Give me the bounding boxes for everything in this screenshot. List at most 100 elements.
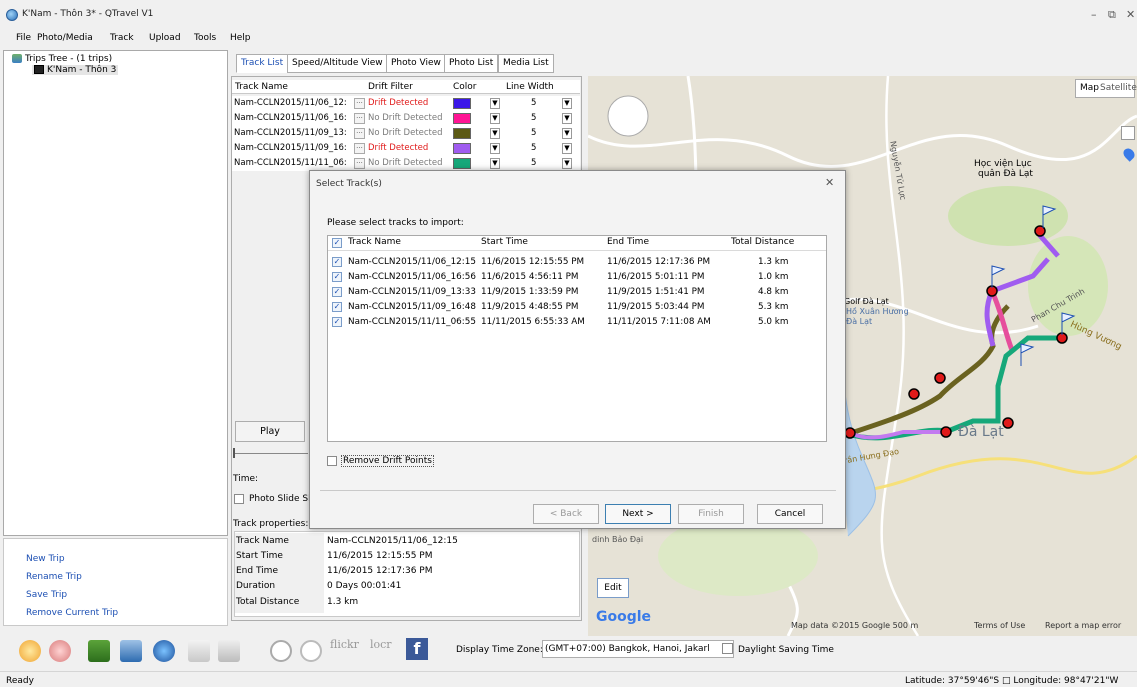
cancel-button[interactable]: Cancel bbox=[757, 504, 823, 524]
tab-photo-list[interactable]: Photo List bbox=[444, 54, 499, 73]
terms-link[interactable]: Terms of Use bbox=[974, 621, 1025, 630]
color-dropdown-icon[interactable]: ▼ bbox=[490, 143, 500, 154]
color-swatch[interactable] bbox=[453, 143, 471, 154]
listview-header-start-time[interactable]: Start Time bbox=[481, 237, 528, 251]
color-swatch[interactable] bbox=[453, 128, 471, 139]
save-trip-link[interactable]: Save Trip bbox=[26, 590, 67, 600]
line-width-dropdown-icon[interactable]: ▼ bbox=[562, 158, 572, 169]
map-scene-icon[interactable] bbox=[1121, 126, 1135, 140]
locr-icon[interactable]: locr bbox=[370, 638, 392, 651]
menu-upload[interactable]: Upload bbox=[149, 33, 181, 43]
track-list-row[interactable]: ✓ Nam-CCLN2015/11/09_16:48 11/9/2015 4:48:… bbox=[328, 300, 826, 315]
drift-options-button[interactable]: ··· bbox=[354, 143, 365, 154]
rename-trip-link[interactable]: Rename Trip bbox=[26, 572, 82, 582]
line-width-dropdown-icon[interactable]: ▼ bbox=[562, 128, 572, 139]
track-checkbox[interactable]: ✓ bbox=[332, 302, 342, 312]
line-width-cell[interactable]: 5 bbox=[531, 158, 536, 168]
back-button[interactable]: < Back bbox=[533, 504, 599, 524]
remove-drift-checkbox[interactable] bbox=[327, 456, 337, 466]
camera-icon[interactable] bbox=[300, 640, 322, 662]
color-dropdown-icon[interactable]: ▼ bbox=[490, 113, 500, 124]
dialog-close-button[interactable]: ✕ bbox=[825, 176, 834, 189]
tree-item-trip[interactable]: K'Nam - Thôn 3 bbox=[32, 65, 119, 75]
new-trip-link[interactable]: New Trip bbox=[26, 554, 65, 564]
grid-header-drift-filter[interactable]: Drift Filter bbox=[368, 82, 413, 92]
time-slider-thumb[interactable] bbox=[233, 448, 235, 458]
track-grid-row[interactable]: Nam-CCLN2015/11/06_12: ··· Drift Detected ▼… bbox=[232, 96, 580, 111]
map-edit-button[interactable]: Edit bbox=[597, 578, 629, 598]
clock-icon[interactable] bbox=[270, 640, 292, 662]
listview-header-end-time[interactable]: End Time bbox=[607, 237, 649, 251]
minimize-button[interactable]: – bbox=[1091, 8, 1097, 21]
next-button[interactable]: Next > bbox=[605, 504, 671, 524]
track-grid-row[interactable]: Nam-CCLN2015/11/09_16: ··· Drift Detected ▼… bbox=[232, 141, 580, 156]
remove-trip-link[interactable]: Remove Current Trip bbox=[26, 608, 118, 618]
tab-speed-altitude[interactable]: Speed/Altitude View bbox=[287, 54, 388, 73]
track-list-row[interactable]: ✓ Nam-CCLN2015/11/09_13:33 11/9/2015 1:33:… bbox=[328, 285, 826, 300]
add-photo-icon[interactable] bbox=[188, 640, 210, 662]
photo-slideshow-checkbox[interactable] bbox=[234, 494, 244, 504]
line-width-cell[interactable]: 5 bbox=[531, 113, 536, 123]
globe-icon[interactable] bbox=[153, 640, 175, 662]
finish-button[interactable]: Finish bbox=[678, 504, 744, 524]
tree-root[interactable]: Trips Tree - (1 trips) bbox=[12, 54, 112, 64]
add-track-icon[interactable] bbox=[88, 640, 110, 662]
menu-track[interactable]: Track bbox=[110, 33, 134, 43]
color-dropdown-icon[interactable]: ▼ bbox=[490, 98, 500, 109]
track-list-row[interactable]: ✓ Nam-CCLN2015/11/06_16:56 11/6/2015 4:56:… bbox=[328, 270, 826, 285]
grid-header-line-width[interactable]: Line Width bbox=[506, 82, 554, 92]
back-icon[interactable] bbox=[49, 640, 71, 662]
menu-photo-media[interactable]: Photo/Media bbox=[37, 33, 93, 43]
drift-options-button[interactable]: ··· bbox=[354, 128, 365, 139]
restore-button[interactable]: ⧉ bbox=[1108, 8, 1116, 22]
track-list-row[interactable]: ✓ Nam-CCLN2015/11/06_12:15 11/6/2015 12:15… bbox=[328, 255, 826, 270]
report-error-link[interactable]: Report a map error bbox=[1045, 621, 1121, 630]
map-type-map-button[interactable]: Map bbox=[1080, 83, 1099, 93]
line-width-dropdown-icon[interactable]: ▼ bbox=[562, 143, 572, 154]
facebook-icon[interactable]: f bbox=[406, 638, 428, 660]
color-swatch[interactable] bbox=[453, 113, 471, 124]
track-list-row[interactable]: ✓ Nam-CCLN2015/11/11_06:55 11/11/2015 6:55… bbox=[328, 315, 826, 330]
listview-header-track-name[interactable]: Track Name bbox=[348, 237, 401, 251]
map-type-satellite-button[interactable]: Satellite bbox=[1100, 83, 1137, 93]
tab-media-list[interactable]: Media List bbox=[498, 54, 554, 73]
play-button[interactable]: Play bbox=[235, 421, 305, 442]
listview-header-total-distance[interactable]: Total Distance bbox=[731, 237, 794, 251]
line-width-cell[interactable]: 5 bbox=[531, 143, 536, 153]
select-all-checkbox[interactable]: ✓ bbox=[332, 238, 342, 248]
remove-drift-label[interactable]: Remove Drift Points bbox=[341, 455, 434, 467]
close-button[interactable]: ✕ bbox=[1126, 8, 1135, 21]
track-checkbox[interactable]: ✓ bbox=[332, 287, 342, 297]
line-width-cell[interactable]: 5 bbox=[531, 98, 536, 108]
grid-header-color[interactable]: Color bbox=[453, 82, 477, 92]
drift-options-button[interactable]: ··· bbox=[354, 98, 365, 109]
menu-file[interactable]: File bbox=[16, 33, 31, 43]
track-checkbox[interactable]: ✓ bbox=[332, 257, 342, 267]
photo-import-icon[interactable] bbox=[218, 640, 240, 662]
track-checkbox[interactable]: ✓ bbox=[332, 317, 342, 327]
menu-help[interactable]: Help bbox=[230, 33, 251, 43]
menu-tools[interactable]: Tools bbox=[194, 33, 216, 43]
home-icon[interactable] bbox=[19, 640, 41, 662]
color-swatch[interactable] bbox=[453, 98, 471, 109]
color-dropdown-icon[interactable]: ▼ bbox=[490, 158, 500, 169]
color-dropdown-icon[interactable]: ▼ bbox=[490, 128, 500, 139]
line-width-cell[interactable]: 5 bbox=[531, 128, 536, 138]
drift-options-button[interactable]: ··· bbox=[354, 158, 365, 169]
timezone-select[interactable]: (GMT+07:00) Bangkok, Hanoi, Jakarl bbox=[542, 640, 734, 658]
drift-options-button[interactable]: ··· bbox=[354, 113, 365, 124]
line-width-dropdown-icon[interactable]: ▼ bbox=[562, 113, 572, 124]
grid-header-track-name[interactable]: Track Name bbox=[235, 82, 288, 92]
time-slider-track[interactable] bbox=[233, 453, 308, 454]
track-checkbox[interactable]: ✓ bbox=[332, 272, 342, 282]
airplane-icon[interactable] bbox=[120, 640, 142, 662]
dst-checkbox[interactable] bbox=[722, 643, 733, 654]
line-width-dropdown-icon[interactable]: ▼ bbox=[562, 98, 572, 109]
track-grid-row[interactable]: Nam-CCLN2015/11/06_16: ··· No Drift Detect… bbox=[232, 111, 580, 126]
flickr-icon[interactable]: flickr bbox=[330, 638, 359, 651]
tab-track-list[interactable]: Track List bbox=[236, 54, 289, 73]
color-swatch[interactable] bbox=[453, 158, 471, 169]
tab-photo-view[interactable]: Photo View bbox=[386, 54, 446, 73]
track-grid-row[interactable]: Nam-CCLN2015/11/09_13: ··· No Drift Detect… bbox=[232, 126, 580, 141]
track-grid-row[interactable]: Nam-CCLN2015/11/11_06: ··· No Drift Detect… bbox=[232, 156, 580, 171]
